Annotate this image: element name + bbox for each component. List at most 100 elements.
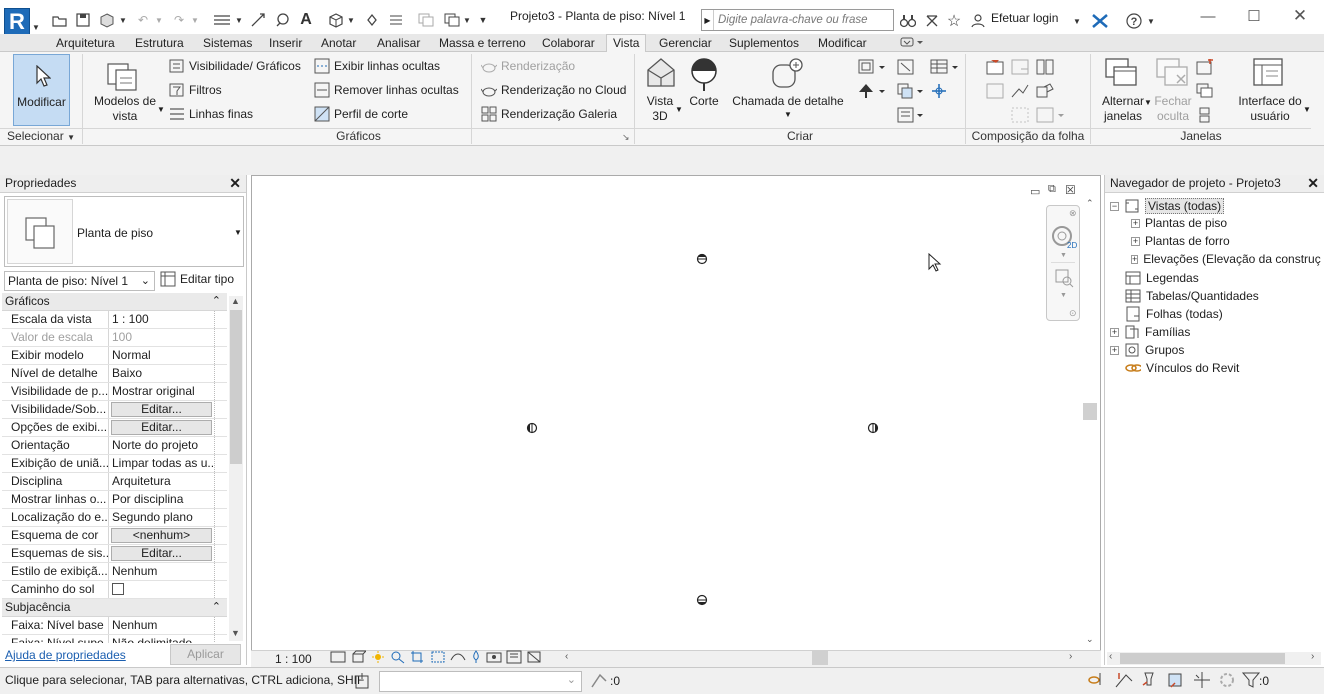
- visibility-graphics-button[interactable]: Visibilidade/ Gráficos: [169, 58, 301, 74]
- sign-in-button[interactable]: Efetuar login: [991, 11, 1058, 25]
- callout-icon[interactable]: [770, 57, 806, 93]
- properties-scroll-thumb[interactable]: [230, 310, 242, 464]
- title-block-icon[interactable]: [1011, 59, 1031, 77]
- property-value[interactable]: Baixo: [108, 365, 214, 382]
- redo-icon[interactable]: ↷: [168, 10, 190, 30]
- property-row[interactable]: Faixa: Nível base Nenhum: [2, 617, 227, 635]
- tree-node-schedules[interactable]: Tabelas/Quantidades: [1125, 288, 1259, 304]
- scroll-right-icon[interactable]: ›: [1311, 651, 1314, 662]
- tree-node-views[interactable]: − Vistas (todas): [1110, 198, 1225, 214]
- tree-node-elevations[interactable]: + Elevações (Elevação da construção): [1131, 252, 1321, 266]
- remove-hidden-lines-button[interactable]: Remover linhas ocultas: [314, 82, 459, 98]
- help-search-box[interactable]: ▶ Digite palavra-chave ou frase: [701, 9, 894, 31]
- property-value[interactable]: 1 : 100: [108, 311, 214, 328]
- thin-lines-button[interactable]: Linhas finas: [169, 106, 253, 122]
- tab-analisar[interactable]: Analisar: [377, 35, 420, 52]
- section-icon[interactable]: [362, 10, 382, 30]
- apply-button[interactable]: Aplicar: [170, 644, 241, 665]
- temporary-hide-icon[interactable]: [470, 650, 482, 664]
- detail-level-icon[interactable]: [330, 650, 346, 664]
- property-row[interactable]: Exibir modelo Normal: [2, 347, 227, 365]
- navigation-bar[interactable]: ⊗ 2D ▼ ▼ ⊙: [1046, 205, 1080, 321]
- chevron-down-icon[interactable]: ▼: [462, 10, 472, 30]
- user-interface-icon[interactable]: [1252, 57, 1288, 93]
- cascade-icon[interactable]: [1196, 83, 1216, 101]
- help-icon[interactable]: ?: [1124, 11, 1144, 31]
- dialog-launcher-icon[interactable]: ↘: [622, 132, 630, 143]
- chevron-down-icon[interactable]: ▼: [190, 10, 200, 30]
- visual-style-icon[interactable]: [350, 650, 366, 664]
- drafting-view-icon[interactable]: [897, 59, 917, 77]
- modify-button[interactable]: Modificar: [13, 54, 70, 126]
- property-row[interactable]: Visibilidade/Sob... Editar...: [2, 401, 227, 419]
- property-edit-button[interactable]: <nenhum>: [108, 527, 214, 544]
- options-icon[interactable]: ⊙: [1069, 308, 1077, 319]
- zoom-region-icon[interactable]: [1054, 268, 1074, 288]
- chevron-down-icon[interactable]: ▼: [1060, 252, 1067, 259]
- tree-node-sheets[interactable]: Folhas (todas): [1125, 306, 1223, 322]
- scroll-left-icon[interactable]: ‹: [1109, 651, 1112, 662]
- subscription-center-icon[interactable]: [922, 11, 942, 31]
- show-hidden-lines-button[interactable]: Exibir linhas ocultas: [314, 58, 440, 74]
- duplicate-view-icon[interactable]: [897, 83, 927, 101]
- property-row[interactable]: Exibição de uniã... Limpar todas as u...: [2, 455, 227, 473]
- legends-icon[interactable]: [897, 107, 927, 125]
- property-row[interactable]: Escala da vista 1 : 100: [2, 311, 227, 329]
- tag-icon[interactable]: [272, 10, 292, 30]
- section-underlay[interactable]: Subjacência ⌃: [2, 599, 227, 617]
- close-hidden-icon[interactable]: [1155, 57, 1191, 93]
- close-icon[interactable]: ✕: [1307, 175, 1319, 192]
- replicate-icon[interactable]: [1196, 59, 1216, 77]
- tile-icon[interactable]: [1196, 107, 1216, 125]
- thin-lines-icon[interactable]: [386, 10, 406, 30]
- scroll-right-icon[interactable]: ›: [1069, 651, 1072, 662]
- canvas-vertical-scrollbar[interactable]: [1083, 195, 1100, 650]
- property-edit-button[interactable]: Editar...: [108, 545, 214, 562]
- property-value[interactable]: Segundo plano: [108, 509, 214, 526]
- view-templates-button[interactable]: Modelos de vista: [90, 94, 160, 124]
- restore-view-icon[interactable]: ⧉: [1048, 183, 1056, 196]
- canvas-scroll-thumb[interactable]: [1083, 403, 1097, 420]
- tab-anotar[interactable]: Anotar: [321, 35, 356, 52]
- reveal-hidden-icon[interactable]: [486, 650, 502, 664]
- property-row[interactable]: Mostrar linhas o... Por disciplina: [2, 491, 227, 509]
- property-row[interactable]: Estilo de exibiçã... Nenhum: [2, 563, 227, 581]
- callout-button[interactable]: Chamada de detalhe: [730, 94, 846, 109]
- property-value[interactable]: Nenhum: [108, 563, 214, 580]
- property-row[interactable]: Esquemas de sis... Editar...: [2, 545, 227, 563]
- tree-node-groups[interactable]: + Grupos: [1110, 342, 1184, 358]
- minimize-window-icon[interactable]: —: [1185, 5, 1231, 27]
- chevron-right-icon[interactable]: ▶: [702, 10, 714, 30]
- browser-scroll-thumb[interactable]: [1120, 653, 1285, 664]
- section-graphics[interactable]: Gráficos ⌃: [2, 293, 227, 311]
- tab-massa-e-terreno[interactable]: Massa e terreno: [439, 35, 526, 52]
- background-processes-icon[interactable]: [1218, 671, 1236, 689]
- scroll-down-icon[interactable]: ⌄: [1086, 634, 1094, 645]
- property-value[interactable]: Mostrar original: [108, 383, 214, 400]
- scope-box-icon[interactable]: [930, 83, 950, 101]
- chevron-down-icon[interactable]: ▼: [1072, 11, 1082, 31]
- unlock-3d-view-icon[interactable]: [450, 650, 466, 664]
- instance-filter-select[interactable]: Planta de piso: Nível 1 ⌄: [4, 271, 155, 291]
- view-scale[interactable]: 1 : 100: [275, 652, 312, 666]
- property-row[interactable]: Faixa: Nível supe... Não delimitado: [2, 635, 227, 643]
- chevron-down-icon[interactable]: ▼: [154, 10, 164, 30]
- property-row[interactable]: Orientação Norte do projeto: [2, 437, 227, 455]
- tab-sistemas[interactable]: Sistemas: [203, 35, 252, 52]
- select-pinned-icon[interactable]: [1140, 671, 1160, 689]
- view-templates-icon[interactable]: [106, 58, 142, 94]
- open-icon[interactable]: [50, 10, 68, 30]
- property-row[interactable]: Opções de exibi... Editar...: [2, 419, 227, 437]
- property-row[interactable]: Visibilidade de p... Mostrar original: [2, 383, 227, 401]
- sync-icon[interactable]: [96, 10, 118, 30]
- view-reference-icon[interactable]: [1036, 83, 1056, 101]
- elevation-marker-west-icon[interactable]: [524, 421, 540, 435]
- tab-estrutura[interactable]: Estrutura: [135, 35, 184, 52]
- scroll-up-icon[interactable]: ▲: [231, 296, 240, 306]
- tab-gerenciar[interactable]: Gerenciar: [659, 35, 712, 52]
- tab-inserir[interactable]: Inserir: [269, 35, 302, 52]
- property-row[interactable]: Localização do e... Segundo plano: [2, 509, 227, 527]
- show-crop-region-icon[interactable]: [430, 650, 446, 664]
- close-window-icon[interactable]: ✕: [1277, 5, 1323, 27]
- switch-windows-button[interactable]: Alternar janelas: [1097, 94, 1149, 124]
